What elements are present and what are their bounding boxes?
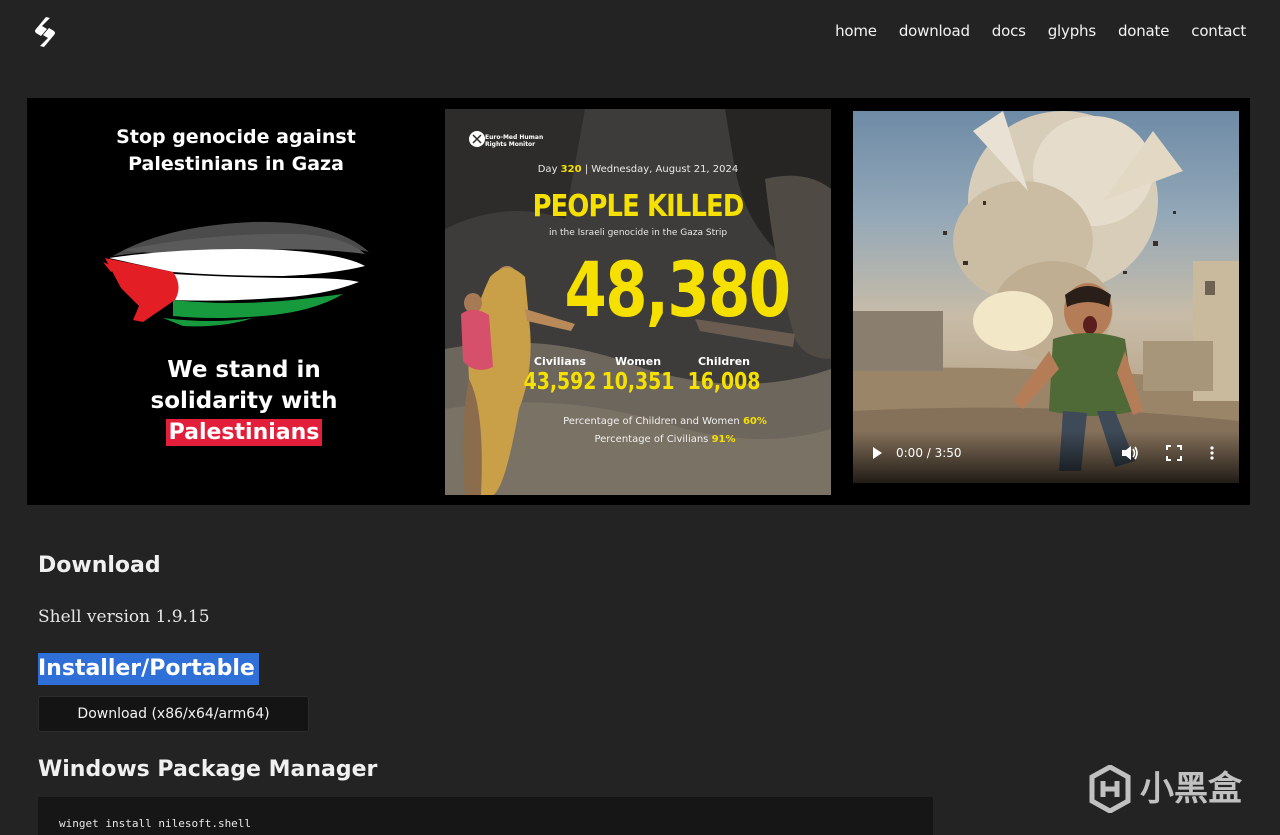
pct-label: Percentage of Children and Women xyxy=(563,416,740,427)
total-killed-number: 48,380 xyxy=(564,245,791,334)
stat-value: 10,351 xyxy=(601,369,675,395)
palestine-flag-brush-icon xyxy=(103,221,369,327)
nav-download[interactable]: download xyxy=(899,21,970,41)
casualty-breakdown: Civilians 43,592 Women 10,351 Children 1… xyxy=(515,355,815,405)
video-controls-bar: 0:00 / 3:50 xyxy=(853,431,1239,483)
video-frame-explosion xyxy=(853,111,1239,483)
banner-title-line-2: Palestinians in Gaza xyxy=(128,153,344,175)
pct-value: 60% xyxy=(742,416,767,427)
palestinians-highlight: Palestinians xyxy=(166,419,322,446)
shell-logo-icon[interactable] xyxy=(33,16,57,48)
video-time-display: 0:00 / 3:50 xyxy=(896,446,962,460)
page: home download docs glyphs donate contact… xyxy=(0,0,1280,835)
org-name-line-1: Euro-Med Human xyxy=(485,134,544,141)
solidarity-line-2: solidarity with xyxy=(150,388,338,414)
org-logo-text: Euro-Med Human Rights Monitor xyxy=(485,134,543,148)
banner-title: Stop genocide against Palestinians in Ga… xyxy=(27,124,445,178)
stat-label: Children xyxy=(697,355,751,368)
xiaoheihe-watermark: 小黑盒 xyxy=(1088,763,1248,815)
day-date: | Wednesday, August 21, 2024 xyxy=(584,164,739,175)
fullscreen-icon[interactable] xyxy=(1166,445,1182,461)
shell-version-text: Shell version 1.9.15 xyxy=(38,607,210,627)
solidarity-line-1: We stand in xyxy=(167,357,321,383)
day-date-line: Day 320 | Wednesday, August 21, 2024 xyxy=(445,164,831,175)
headline-subtitle: in the Israeli genocide in the Gaza Stri… xyxy=(548,228,728,238)
pct-value: 91% xyxy=(711,434,736,445)
play-icon[interactable] xyxy=(870,445,884,461)
casualty-infographic: Euro-Med Human Rights Monitor Day 320 | … xyxy=(445,109,831,495)
day-number: 320 xyxy=(560,164,582,175)
stat-women: Women 10,351 xyxy=(593,355,683,396)
solidarity-panel: Stop genocide against Palestinians in Ga… xyxy=(27,98,445,505)
nav-docs[interactable]: docs xyxy=(992,21,1026,41)
volume-icon[interactable] xyxy=(1121,445,1139,461)
solidarity-banner: Stop genocide against Palestinians in Ga… xyxy=(27,98,1250,505)
banner-title-line-1: Stop genocide against xyxy=(116,126,356,148)
stat-label: Civilians xyxy=(533,355,587,368)
winget-command[interactable]: winget install nilesoft.shell xyxy=(59,817,251,830)
nav-donate[interactable]: donate xyxy=(1118,21,1170,41)
xiaoheihe-logo-icon xyxy=(1089,765,1131,813)
nav-home[interactable]: home xyxy=(835,21,877,41)
more-options-icon[interactable] xyxy=(1208,445,1216,461)
winget-heading: Windows Package Manager xyxy=(38,757,378,782)
pct-label: Percentage of Civilians xyxy=(594,434,709,445)
nav-contact[interactable]: contact xyxy=(1191,21,1246,41)
stat-civilians: Civilians 43,592 xyxy=(515,355,605,396)
winget-code-block[interactable]: winget install nilesoft.shell xyxy=(38,797,933,835)
pct-civilians: Percentage of Civilians 91% xyxy=(515,434,815,445)
pct-children-women: Percentage of Children and Women 60% xyxy=(515,416,815,427)
solidarity-text: We stand in solidarity with xyxy=(27,355,461,417)
nav-glyphs[interactable]: glyphs xyxy=(1048,21,1096,41)
org-name-line-2: Rights Monitor xyxy=(485,141,536,148)
day-prefix: Day xyxy=(537,164,558,175)
stat-value: 16,008 xyxy=(687,369,761,395)
stat-value: 43,592 xyxy=(523,369,597,395)
site-header: home download docs glyphs donate contact xyxy=(0,0,1280,64)
people-killed-headline: PEOPLE KILLED xyxy=(532,189,745,224)
download-heading: Download xyxy=(38,553,161,578)
stat-children: Children 16,008 xyxy=(679,355,769,396)
installer-portable-heading: Installer/Portable xyxy=(38,653,259,685)
stat-label: Women xyxy=(614,355,662,368)
main-nav: home download docs glyphs donate contact xyxy=(835,21,1246,41)
download-installer-button[interactable]: Download (x86/x64/arm64) xyxy=(38,696,309,732)
watermark-text: 小黑盒 xyxy=(1140,769,1242,809)
video-player[interactable]: 0:00 / 3:50 xyxy=(853,111,1239,483)
